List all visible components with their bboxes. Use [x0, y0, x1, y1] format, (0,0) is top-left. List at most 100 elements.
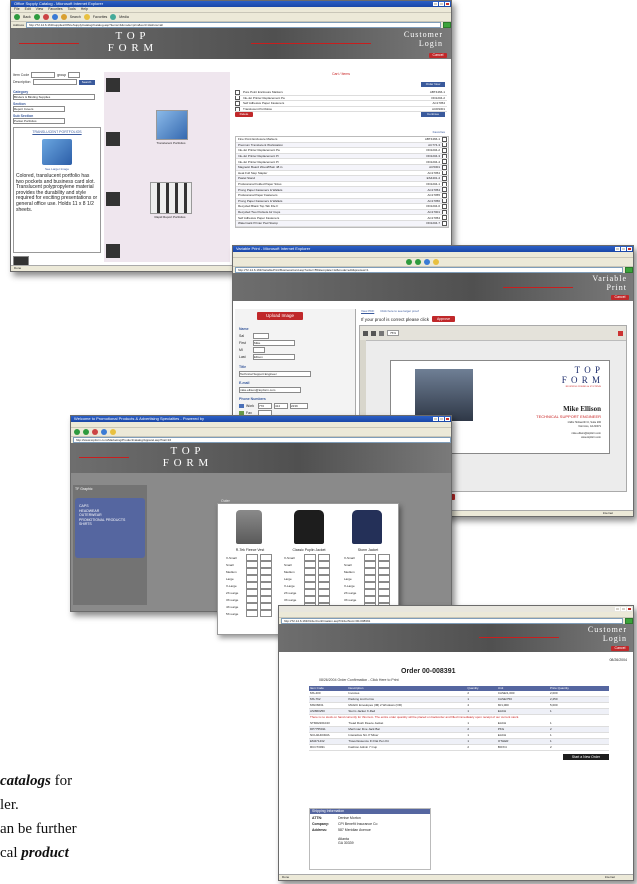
item-code-input[interactable]	[31, 72, 56, 78]
close-button[interactable]	[627, 247, 632, 251]
favorite-item-name[interactable]: Recycled Blank Top Tab File F	[236, 204, 406, 208]
favorite-checkbox[interactable]	[442, 148, 447, 153]
cart-row-checkbox[interactable]	[235, 95, 240, 101]
forward-icon[interactable]	[33, 14, 40, 20]
view-pdf-link[interactable]: View PDF	[361, 309, 374, 313]
media-label[interactable]: Media	[119, 15, 129, 19]
hand-tool-icon[interactable]	[379, 330, 384, 336]
size-qty-input-2[interactable]	[260, 596, 272, 603]
size-qty-input[interactable]	[364, 561, 376, 568]
favorite-item-name[interactable]: Professional Paper Fasteners	[236, 193, 406, 197]
favorites-label[interactable]: Favorites	[93, 15, 107, 19]
window-titlebar[interactable]: Variable Print - Microsoft Internet Expl…	[233, 246, 633, 252]
size-qty-input-2[interactable]	[260, 589, 272, 596]
storm-jacket-image[interactable]	[352, 510, 382, 544]
size-qty-input[interactable]	[246, 603, 258, 610]
size-qty-input[interactable]	[364, 554, 376, 561]
size-qty-input[interactable]	[246, 610, 258, 617]
pdf-close-icon[interactable]	[618, 330, 623, 336]
favorite-checkbox[interactable]	[442, 215, 447, 220]
thumb-label-translucent[interactable]: Translucent Portfolios	[146, 141, 196, 145]
size-qty-input-2[interactable]	[378, 554, 390, 561]
thumb-translucent-portfolios[interactable]	[156, 110, 188, 140]
larger-proof-link[interactable]: Click here to see larger proof	[380, 309, 419, 313]
size-qty-input[interactable]	[304, 596, 316, 603]
favorite-item-name[interactable]: Magnetic Board Wood/Plain 48 in	[236, 165, 406, 169]
favorite-item-name[interactable]: Prong Paper Fasteners & Wallets	[236, 199, 406, 203]
favorite-item-name[interactable]: Prong Paper Fasteners & Wallets	[236, 188, 406, 192]
confirmation-line[interactable]: 08/26/2004 Order Confirmation - Click He…	[319, 678, 399, 682]
size-qty-input[interactable]	[246, 582, 258, 589]
size-qty-input[interactable]	[304, 561, 316, 568]
window-titlebar[interactable]: Office Supply Catalog - Microsoft Intern…	[11, 1, 451, 7]
work-area-input[interactable]: 770	[258, 403, 272, 409]
size-qty-input[interactable]	[246, 596, 258, 603]
favorites-icon[interactable]	[83, 14, 90, 20]
size-qty-input[interactable]	[304, 568, 316, 575]
subsection-select[interactable]: Pocket Portfolios	[13, 118, 65, 124]
favorite-item-name[interactable]: Pastel Stand	[236, 176, 406, 180]
thumb-pdf-icon-4[interactable]	[106, 244, 120, 258]
cart-row-checkbox[interactable]	[235, 106, 240, 112]
size-qty-input-2[interactable]	[318, 575, 330, 582]
login-link[interactable]: Login	[404, 39, 443, 48]
thumb-pdf-icon-2[interactable]	[106, 132, 120, 146]
cancel-button[interactable]: Cancel	[429, 53, 447, 58]
forward-icon[interactable]	[83, 429, 89, 435]
size-qty-input-2[interactable]	[378, 561, 390, 568]
favorite-item-name[interactable]: Ink-Jet Printer Replacement Pr	[236, 160, 406, 164]
favorite-item-name[interactable]: Watermark Printer Pad Stamp	[236, 221, 406, 225]
last-name-input[interactable]: Ellison	[253, 354, 295, 360]
favorite-checkbox[interactable]	[442, 204, 447, 209]
upload-image-button[interactable]: Upload Image	[257, 312, 303, 320]
thumb-pdf-icon-3[interactable]	[106, 192, 120, 206]
folder-icon[interactable]	[433, 259, 439, 265]
forward-icon[interactable]	[415, 259, 421, 265]
approve-button[interactable]: Approve	[432, 316, 456, 322]
maximize-button[interactable]	[621, 607, 626, 611]
favorite-item-name[interactable]: Fine Point Enclosure Markers	[236, 137, 406, 141]
favorite-checkbox[interactable]	[442, 164, 447, 170]
size-qty-input[interactable]	[364, 589, 376, 596]
size-qty-input[interactable]	[246, 554, 258, 561]
favorite-item-name[interactable]: Ink-Jet Printer Replacement Pa	[236, 148, 406, 152]
back-icon[interactable]	[74, 429, 80, 435]
size-qty-input-2[interactable]	[378, 596, 390, 603]
favorite-checkbox[interactable]	[442, 220, 447, 226]
size-qty-input[interactable]	[364, 575, 376, 582]
back-icon[interactable]	[14, 14, 20, 20]
continue-button[interactable]: Continue	[421, 112, 445, 117]
favorite-checkbox[interactable]	[442, 198, 447, 204]
size-qty-input[interactable]	[364, 596, 376, 603]
size-qty-input-2[interactable]	[378, 568, 390, 575]
cart-row-checkbox[interactable]	[235, 101, 240, 106]
menu-edit[interactable]: Edit	[25, 7, 31, 12]
size-qty-input-2[interactable]	[260, 575, 272, 582]
favorite-item-name[interactable]: Premium Translucent Workstation	[236, 143, 406, 147]
size-qty-input[interactable]	[246, 561, 258, 568]
group-input[interactable]	[68, 72, 81, 78]
section-select[interactable]: Report Covers	[13, 106, 65, 112]
order-now-button[interactable]: Order Now	[421, 82, 445, 87]
window-titlebar[interactable]: Welcome to Promotional Products & Advert…	[71, 416, 451, 422]
size-qty-input[interactable]	[304, 589, 316, 596]
back-icon[interactable]	[406, 259, 412, 265]
favorite-item-name[interactable]: Professional Folded Paper Sizes	[236, 182, 406, 186]
size-qty-input-2[interactable]	[318, 596, 330, 603]
stop-icon[interactable]	[92, 429, 98, 435]
favorite-item-name[interactable]: Ink-Jet Printer Replacement Pr	[236, 154, 406, 158]
favorite-checkbox[interactable]	[442, 137, 447, 142]
close-button[interactable]	[445, 417, 450, 421]
cancel-button[interactable]: Cancel	[611, 295, 629, 300]
minimize-button[interactable]	[433, 2, 438, 6]
poplin-jacket-image[interactable]	[294, 510, 324, 544]
zoom-select[interactable]: 75%	[387, 330, 400, 336]
cancel-button[interactable]: Cancel	[611, 646, 629, 651]
description-input[interactable]	[32, 79, 77, 85]
see-larger-link[interactable]: See Larger Image	[16, 167, 98, 171]
favorite-checkbox[interactable]	[442, 170, 447, 176]
nav-shirts[interactable]: SHIRTS	[79, 522, 141, 527]
favorite-checkbox[interactable]	[442, 176, 447, 181]
favorite-checkbox[interactable]	[442, 159, 447, 165]
refresh-icon[interactable]	[51, 14, 58, 20]
